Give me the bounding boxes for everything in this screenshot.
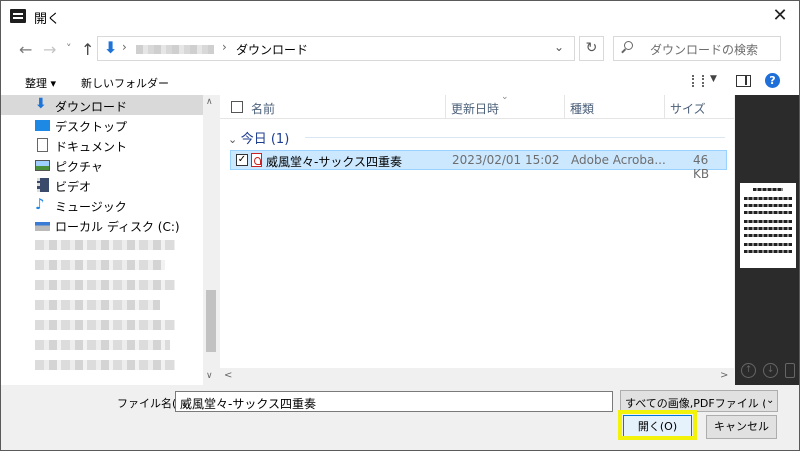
sidebar-item-documents[interactable]: ドキュメント <box>1 135 203 155</box>
column-divider[interactable] <box>445 95 446 119</box>
app-icon <box>10 9 26 23</box>
refresh-icon: ↻ <box>585 40 598 56</box>
chevron-down-icon[interactable]: ⌄ <box>766 395 800 406</box>
sidebar-item-pictures[interactable]: ピクチャ <box>1 155 203 175</box>
chevron-right-icon[interactable]: › <box>122 40 127 54</box>
search-input[interactable]: ダウンロードの検索 <box>613 36 781 61</box>
navigation-pane: ⬇ ダウンロード デスクトップ ドキュメント ピクチャ ビデオ ♪ ミュージック… <box>1 95 219 385</box>
preview-down-icon[interactable]: ↓ <box>763 363 778 378</box>
file-type-value: すべての画像,PDFファイル (*.bmp; <box>625 397 765 410</box>
address-bar[interactable]: ⬇ › › ダウンロード ⌄ <box>97 36 575 61</box>
file-type: Adobe Acroba... <box>571 153 666 167</box>
preview-page-icon[interactable] <box>785 363 795 378</box>
blurred-item <box>35 260 165 270</box>
preview-pane: ↑ ↓ <box>735 95 799 385</box>
view-options-icon[interactable] <box>692 75 704 87</box>
window-title: 開く <box>34 12 61 27</box>
scroll-down-icon[interactable]: ∨ <box>206 371 213 381</box>
music-icon: ♪ <box>35 195 45 213</box>
desktop-icon <box>35 120 50 131</box>
column-name[interactable]: 名前 <box>251 100 275 117</box>
new-folder-button[interactable]: 新しいフォルダー <box>81 75 169 91</box>
file-name: 威風堂々-サックス四重奏 <box>266 155 402 169</box>
sidebar-item-label: ビデオ <box>55 180 92 194</box>
sidebar-item-videos[interactable]: ビデオ <box>1 175 203 195</box>
blurred-path <box>136 45 214 54</box>
filename-input[interactable]: 威風堂々-サックス四重奏 ⌄ <box>175 391 613 412</box>
close-icon[interactable]: ✕ <box>767 4 793 28</box>
download-arrow-icon: ⬇ <box>104 38 118 57</box>
video-icon <box>37 178 49 192</box>
chevron-right-icon[interactable]: › <box>222 40 227 54</box>
navigation-pane-scrollbar[interactable]: ∧ ∨ <box>203 95 219 385</box>
forward-icon[interactable]: → <box>43 40 56 59</box>
address-current[interactable]: ダウンロード <box>236 41 308 58</box>
search-icon <box>624 41 633 50</box>
preview-pane-icon[interactable] <box>736 75 751 87</box>
column-divider[interactable] <box>664 95 665 119</box>
command-bar: 整理 ▾ 新しいフォルダー ▼ ? <box>1 69 799 95</box>
open-button-highlight <box>618 410 697 440</box>
help-icon[interactable]: ? <box>765 73 780 88</box>
sidebar-item-downloads[interactable]: ⬇ ダウンロード <box>1 95 203 115</box>
refresh-button[interactable]: ↻ <box>579 36 604 61</box>
navigation-bar: ← → ˅ ↑ ⬇ › › ダウンロード ⌄ ↻ ダウンロードの検索 <box>1 31 799 69</box>
blurred-item <box>35 360 175 370</box>
scrollbar-thumb[interactable] <box>206 290 216 352</box>
sidebar-item-label: ドキュメント <box>55 140 128 154</box>
file-modified: 2023/02/01 15:02 <box>452 153 560 167</box>
disk-icon <box>35 222 50 231</box>
column-header: 名前 ⌄ 更新日時 種類 サイズ <box>220 92 734 119</box>
download-icon: ⬇ <box>35 96 47 112</box>
search-placeholder: ダウンロードの検索 <box>650 43 759 57</box>
file-type-select[interactable]: すべての画像,PDFファイル (*.bmp; ⌄ <box>620 390 778 412</box>
sidebar-item-label: ピクチャ <box>55 160 103 174</box>
column-modified[interactable]: 更新日時 <box>451 100 499 117</box>
table-row[interactable]: ✓ 威風堂々-サックス四重奏 2023/02/01 15:02 Adobe Ac… <box>230 150 727 181</box>
chevron-down-icon[interactable]: ⌄ <box>228 133 241 146</box>
chevron-down-icon[interactable]: ⌄ <box>180 395 608 409</box>
blurred-item <box>35 240 175 250</box>
sidebar-item-local-disk[interactable]: ローカル ディスク (C:) <box>1 215 203 235</box>
cancel-button[interactable]: キャンセル <box>706 415 777 439</box>
blurred-item <box>35 320 175 330</box>
blurred-item <box>35 340 170 350</box>
up-icon[interactable]: ↑ <box>81 40 94 59</box>
scroll-up-icon[interactable]: ∧ <box>206 97 213 107</box>
pdf-preview-thumbnail <box>740 183 796 268</box>
scroll-right-icon[interactable]: > <box>720 370 728 381</box>
preview-up-icon[interactable]: ↑ <box>741 363 756 378</box>
sidebar-item-label: デスクトップ <box>55 120 128 134</box>
document-icon <box>37 138 48 152</box>
title-bar: 開く ✕ <box>1 1 799 31</box>
blurred-item <box>35 280 175 290</box>
file-list: 名前 ⌄ 更新日時 種類 サイズ ⌄ 今日 (1) ✓ 威風堂々-サックス四重奏… <box>220 92 734 385</box>
sidebar-item-desktop[interactable]: デスクトップ <box>1 115 203 135</box>
sidebar-item-label: ダウンロード <box>55 100 128 114</box>
sidebar-item-label: ミュージック <box>55 200 127 214</box>
chevron-down-icon[interactable]: ▼ <box>710 74 717 84</box>
column-size[interactable]: サイズ <box>670 100 706 117</box>
blurred-item <box>35 300 160 310</box>
column-divider[interactable] <box>564 95 565 119</box>
open-file-dialog: 開く ✕ ← → ˅ ↑ ⬇ › › ダウンロード ⌄ ↻ ダウンロードの検索 … <box>0 0 800 451</box>
sidebar-item-label: ローカル ディスク (C:) <box>55 220 180 234</box>
group-label: 今日 (1) <box>240 132 290 147</box>
pdf-icon <box>251 153 262 167</box>
organize-button[interactable]: 整理 ▾ <box>25 75 56 91</box>
chevron-down-icon[interactable]: ⌄ <box>554 40 564 54</box>
group-divider <box>305 137 725 138</box>
picture-icon <box>35 160 50 171</box>
group-header-today[interactable]: ⌄ 今日 (1) <box>228 128 289 147</box>
file-size: 46 KB <box>693 153 710 181</box>
row-checkbox[interactable]: ✓ <box>236 154 248 166</box>
scroll-left-icon[interactable]: < <box>224 370 232 381</box>
recent-locations-icon[interactable]: ˅ <box>66 42 72 55</box>
back-icon[interactable]: ← <box>19 40 32 59</box>
file-list-scrollbar[interactable]: < > <box>220 368 734 385</box>
column-type[interactable]: 種類 <box>570 100 594 117</box>
sort-indicator-icon: ⌄ <box>501 92 509 102</box>
sidebar-item-music[interactable]: ♪ ミュージック <box>1 195 203 215</box>
select-all-checkbox[interactable] <box>231 101 243 113</box>
